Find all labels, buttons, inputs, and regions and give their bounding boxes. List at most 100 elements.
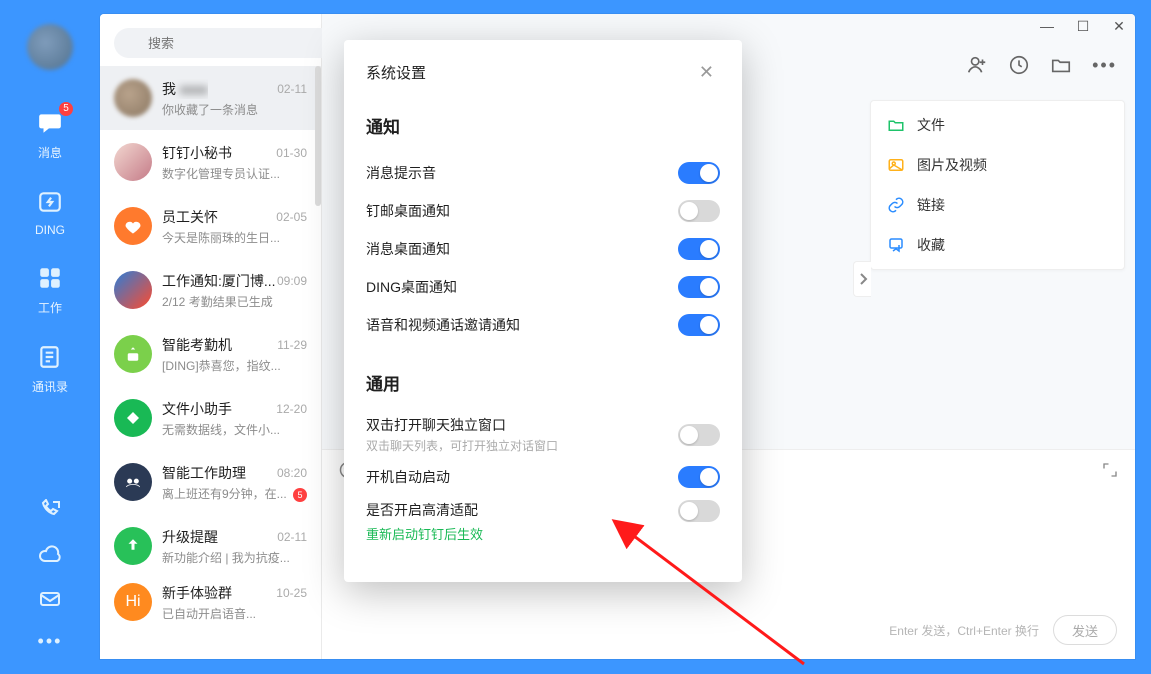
apps-icon [33,261,67,295]
panel-item-label: 文件 [917,115,945,135]
chat-avatar [114,399,152,437]
cloud-icon[interactable] [38,543,62,567]
setting-row: 是否开启高清适配 重新启动钉钉后生效 [366,496,720,547]
setting-row: 语音和视频通话邀请通知 [366,306,720,344]
chat-icon: 5 [33,106,67,140]
section-title-general: 通用 [366,370,720,395]
link-icon [887,196,905,214]
chat-name: 智能工作助理 [162,463,246,483]
setting-row: 消息提示音 [366,154,720,192]
chat-avatar [114,335,152,373]
nav-label: DING [35,223,65,237]
nav-contacts[interactable]: 通讯录 [0,340,100,395]
nav-messages[interactable]: 5 消息 [0,106,100,161]
setting-label: 语音和视频通话邀请通知 [366,315,520,335]
chat-name: 升级提醒 [162,527,218,547]
toggle-call-invite[interactable] [678,314,720,336]
chat-rows[interactable]: 我 xxxx 02-11 你收藏了一条消息 钉钉小秘书01-30 数字化管理专员… [100,66,321,659]
folder-icon[interactable] [1050,54,1072,76]
toggle-ding-desktop[interactable] [678,276,720,298]
chat-row[interactable]: 文件小助手12-20 无需数据线，文件小... [100,386,321,450]
chat-row[interactable]: 升级提醒02-11 新功能介绍 | 我为抗疫... [100,514,321,578]
window-controls: — ☐ ✕ [1039,18,1127,35]
image-icon [887,156,905,174]
setting-label: 钉邮桌面通知 [366,201,450,221]
chat-name: 员工关怀 [162,207,218,227]
history-icon[interactable] [1008,54,1030,76]
chat-row[interactable]: 智能考勤机11-29 [DING]恭喜您，指纹... [100,322,321,386]
toggle-dblclick-window[interactable] [678,424,720,446]
search-input[interactable] [114,28,338,58]
chat-time: 09:09 [277,274,307,288]
chat-time: 11-29 [277,338,307,352]
setting-row: 钉邮桌面通知 [366,192,720,230]
panel-item-links[interactable]: 链接 [871,185,1124,225]
setting-label: 消息提示音 [366,163,436,183]
chat-snippet: [DING]恭喜您，指纹... [162,357,307,374]
panel-item-files[interactable]: 文件 [871,105,1124,145]
toggle-msg-desktop[interactable] [678,238,720,260]
chat-snippet: 离上班还有9分钟，在... [162,485,307,502]
chat-row[interactable]: 工作通知:厦门博...09:09 2/12 考勤结果已生成 [100,258,321,322]
nav-sidebar: 5 消息 DING 工作 通讯录 ••• [0,0,100,674]
mail-icon[interactable] [38,587,62,611]
toggle-sound[interactable] [678,162,720,184]
chat-row[interactable]: 员工关怀02-05 今天是陈丽珠的生日... [100,194,321,258]
chat-row[interactable]: 我 xxxx 02-11 你收藏了一条消息 [100,66,321,130]
setting-label: 消息桌面通知 [366,239,450,259]
chat-avatar [114,527,152,565]
avatar[interactable] [27,24,73,70]
panel-item-media[interactable]: 图片及视频 [871,145,1124,185]
chat-avatar [114,463,152,501]
add-user-icon[interactable] [966,54,988,76]
chat-name: 我 xxxx [162,79,208,99]
expand-icon[interactable] [1101,461,1119,479]
modal-body[interactable]: 通知 消息提示音 钉邮桌面通知 消息桌面通知 DING桌面通知 语音和视频通话邀… [344,99,742,582]
toggle-mail-desktop[interactable] [678,200,720,222]
more-icon[interactable]: ••• [1092,55,1117,76]
chat-name: 工作通知:厦门博... [162,271,276,291]
chat-avatar [114,207,152,245]
nav-work[interactable]: 工作 [0,261,100,316]
setting-row: 开机自动启动 [366,458,720,496]
chat-snippet: 无需数据线，文件小... [162,421,307,438]
collapse-panel-button[interactable] [853,261,871,297]
folder-icon [887,116,905,134]
send-button[interactable]: 发送 [1053,615,1117,645]
chat-name: 钉钉小秘书 [162,143,232,163]
chat-time: 08:20 [277,466,307,480]
chat-row[interactable]: Hi 新手体验群10-25 已自动开启语音... [100,578,321,626]
compose-hint: Enter 发送，Ctrl+Enter 换行 [889,622,1039,639]
section-title-notify: 通知 [366,113,720,138]
nav-ding[interactable]: DING [0,185,100,237]
panel-item-label: 收藏 [917,235,945,255]
chat-row[interactable]: 钉钉小秘书01-30 数字化管理专员认证... [100,130,321,194]
nav-label: 工作 [38,299,62,316]
setting-sub: 双击聊天列表，可打开独立对话窗口 [366,437,558,454]
toggle-hidpi[interactable] [678,500,720,522]
phone-icon[interactable] [38,499,62,523]
toggle-autostart[interactable] [678,466,720,488]
files-panel: 文件 图片及视频 链接 收藏 [870,100,1125,270]
setting-label: 双击打开聊天独立窗口 [366,415,558,435]
chat-row[interactable]: 智能工作助理08:20 离上班还有9分钟，在... 5 [100,450,321,514]
maximize-button[interactable]: ☐ [1075,18,1091,35]
chat-snippet: 今天是陈丽珠的生日... [162,229,307,246]
sidebar-bottom: ••• [0,489,100,674]
chat-snippet: 已自动开启语音... [162,605,307,622]
chat-list: + 我 xxxx 02-11 你收藏了一条消息 钉钉小秘书01-30 [100,14,322,659]
close-button[interactable]: ✕ [1111,18,1127,35]
setting-row: 双击打开聊天独立窗口 双击聊天列表，可打开独立对话窗口 [366,411,720,458]
contacts-icon [33,340,67,374]
panel-item-favorites[interactable]: 收藏 [871,225,1124,265]
chat-time: 10-25 [276,586,307,600]
chat-name: 新手体验群 [162,583,232,603]
chat-name: 文件小助手 [162,399,232,419]
panel-item-label: 链接 [917,195,945,215]
modal-close-button[interactable]: ✕ [693,60,720,85]
more-icon[interactable]: ••• [38,631,63,652]
header-toolbar: ••• [966,54,1117,76]
minimize-button[interactable]: — [1039,18,1055,35]
chat-avatar [114,143,152,181]
setting-label: 是否开启高清适配 [366,500,483,520]
